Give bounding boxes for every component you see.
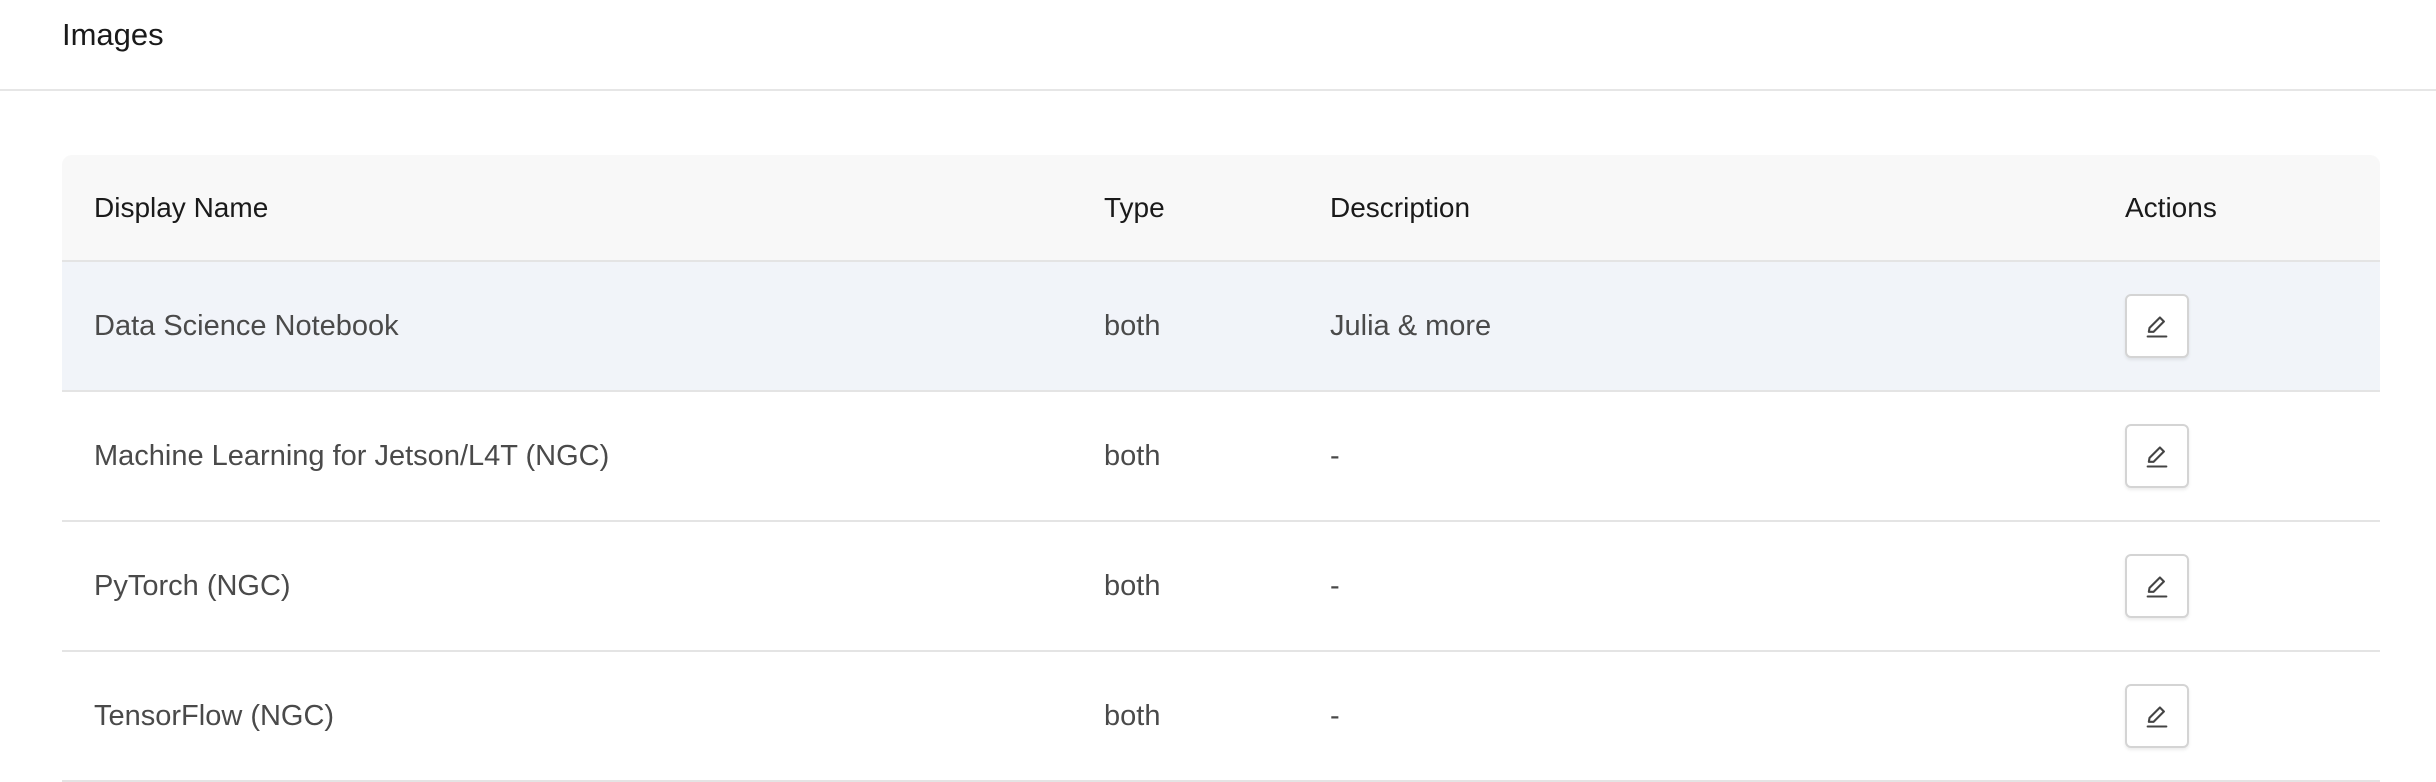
- table-header: Display Name Type Description Actions: [62, 155, 2380, 262]
- pencil-edit-icon: [2146, 706, 2168, 728]
- cell-actions: [2093, 651, 2380, 781]
- cell-display-name: PyTorch (NGC): [94, 569, 291, 602]
- column-header-display-name[interactable]: Display Name: [62, 155, 1072, 262]
- cell-actions: [2093, 391, 2380, 521]
- cell-display-name: TensorFlow (NGC): [94, 699, 335, 732]
- images-table: Display Name Type Description Actions Da…: [62, 155, 2380, 782]
- page-header: Images: [0, 0, 2436, 91]
- edit-button[interactable]: [2125, 554, 2189, 618]
- cell-display-name: Machine Learning for Jetson/L4T (NGC): [94, 439, 610, 472]
- cell-actions: [2093, 521, 2380, 651]
- column-header-description[interactable]: Description: [1298, 155, 2093, 262]
- table-row[interactable]: Data Science Notebook both Julia & more: [62, 261, 2380, 391]
- cell-description: Julia & more: [1330, 309, 1492, 342]
- table-header-row: Display Name Type Description Actions: [62, 155, 2380, 262]
- column-header-actions: Actions: [2093, 155, 2380, 262]
- edit-button[interactable]: [2125, 424, 2189, 488]
- cell-description: -: [1330, 439, 1340, 472]
- page-title: Images: [62, 17, 164, 52]
- cell-description: -: [1330, 699, 1340, 732]
- pencil-edit-icon: [2146, 316, 2168, 338]
- table-row[interactable]: PyTorch (NGC) both -: [62, 521, 2380, 651]
- images-table-container: Display Name Type Description Actions Da…: [62, 155, 2380, 782]
- pencil-edit-icon: [2146, 446, 2168, 468]
- table-row[interactable]: Machine Learning for Jetson/L4T (NGC) bo…: [62, 391, 2380, 521]
- cell-actions: [2093, 261, 2380, 391]
- cell-description: -: [1330, 569, 1340, 602]
- table-row[interactable]: TensorFlow (NGC) both -: [62, 651, 2380, 781]
- table-body: Data Science Notebook both Julia & more …: [62, 261, 2380, 781]
- cell-type: both: [1104, 569, 1161, 602]
- edit-button[interactable]: [2125, 684, 2189, 748]
- cell-type: both: [1104, 309, 1161, 342]
- edit-button[interactable]: [2125, 294, 2189, 358]
- cell-type: both: [1104, 439, 1161, 472]
- column-header-type[interactable]: Type: [1072, 155, 1298, 262]
- cell-type: both: [1104, 699, 1161, 732]
- cell-display-name: Data Science Notebook: [94, 309, 399, 342]
- pencil-edit-icon: [2146, 576, 2168, 598]
